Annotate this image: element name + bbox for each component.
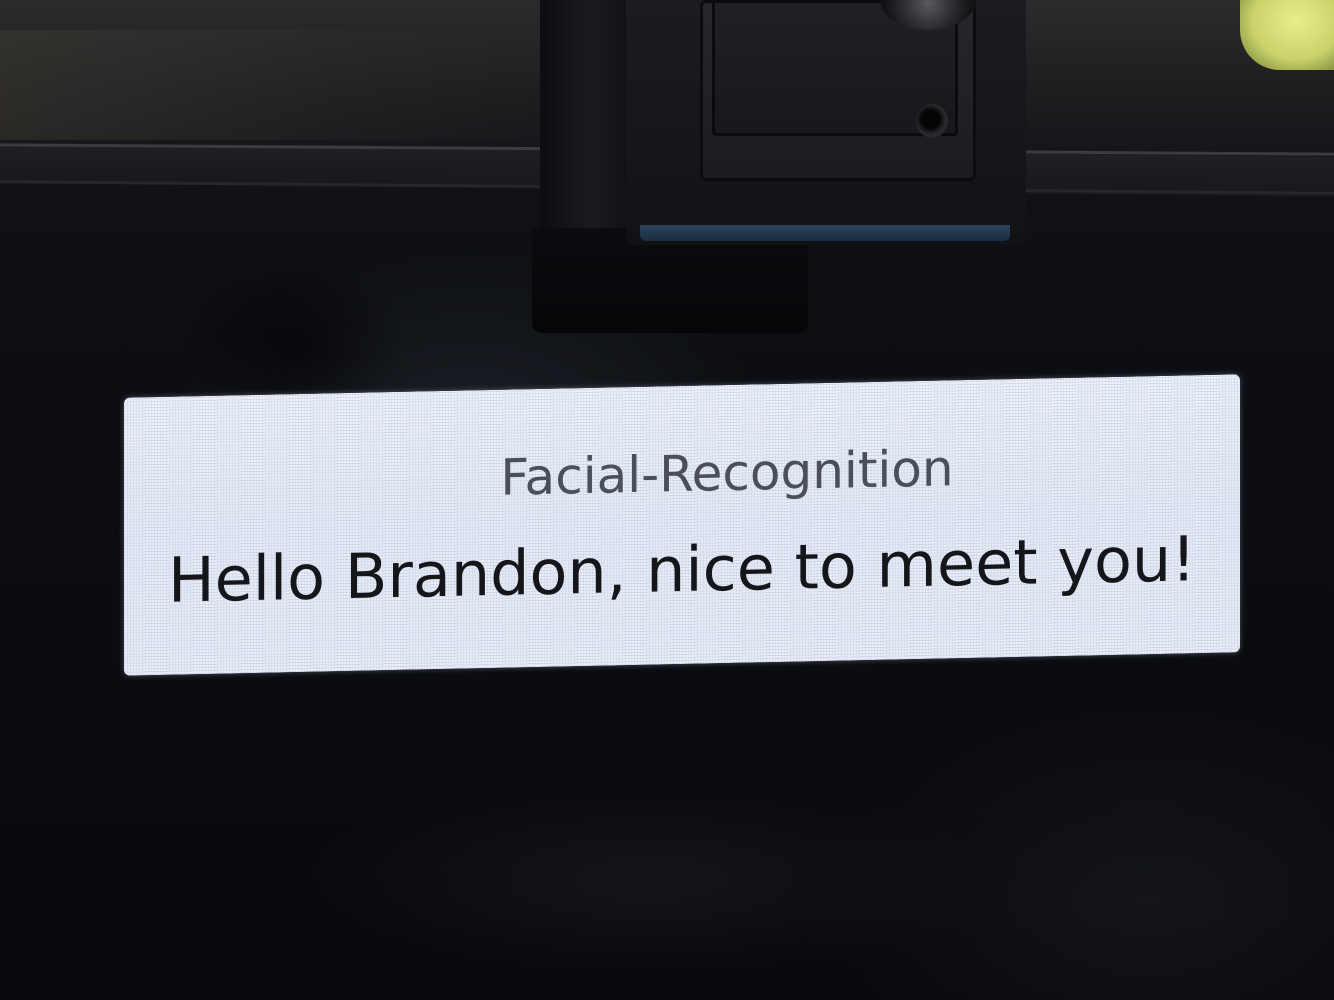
screen-reflection (300, 780, 1000, 980)
greeting-message: Hello Brandon, nice to meet you! (167, 522, 1197, 617)
camera-screw-icon (916, 104, 948, 138)
photo-scene: Facial-Recognition Hello Brandon, nice t… (0, 0, 1334, 1000)
display-title: Facial-Recognition (500, 439, 954, 507)
background-object (1240, 0, 1334, 70)
camera-housing-edge (640, 225, 1010, 241)
camera-mount-arm (540, 0, 632, 230)
lcd-display-panel: Facial-Recognition Hello Brandon, nice t… (124, 374, 1240, 676)
glass-streak (0, 30, 560, 140)
